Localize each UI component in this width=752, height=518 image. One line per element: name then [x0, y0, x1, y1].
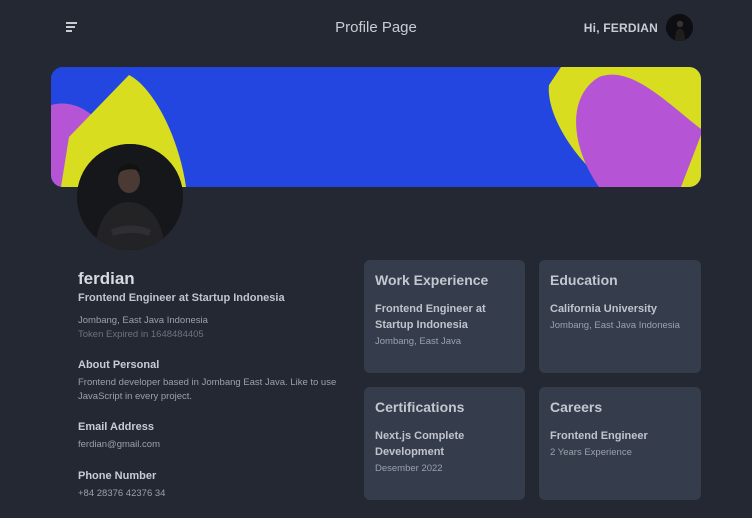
user-greeting: Hi, FERDIAN [583, 21, 658, 35]
card-title: Careers [550, 399, 603, 415]
email-value: ferdian@gmail.com [78, 439, 160, 450]
profile-location: Jombang, East Java Indonesia [78, 315, 208, 326]
work-experience-card[interactable]: Work Experience Frontend Engineer at Sta… [364, 260, 525, 373]
certifications-card[interactable]: Certifications Next.js Complete Developm… [364, 387, 525, 500]
card-meta: Desember 2022 [375, 463, 443, 474]
card-title: Certifications [375, 399, 465, 415]
card-title: Education [550, 272, 618, 288]
card-subtitle: California University [550, 303, 657, 315]
card-meta: 2 Years Experience [550, 447, 632, 458]
card-subtitle: Next.js Complete Development [375, 430, 465, 458]
card-subtitle: Frontend Engineer at Startup Indonesia [375, 303, 486, 331]
careers-card[interactable]: Careers Frontend Engineer 2 Years Experi… [539, 387, 701, 500]
profile-name: ferdian [78, 269, 135, 288]
phone-value: +84 28376 42376 34 [78, 488, 166, 499]
token-expiry: Token Expired in 1648484405 [78, 329, 204, 340]
education-card[interactable]: Education California University Jombang,… [539, 260, 701, 373]
profile-avatar [77, 144, 183, 250]
card-subtitle: Frontend Engineer [550, 430, 648, 442]
email-title: Email Address [78, 421, 155, 433]
profile-role: Frontend Engineer at Startup Indonesia [78, 292, 285, 304]
top-bar: Profile Page Hi, FERDIAN [0, 0, 752, 56]
card-meta: Jombang, East Java [375, 336, 462, 347]
card-title: Work Experience [375, 272, 489, 288]
phone-title: Phone Number [78, 470, 157, 482]
card-meta: Jombang, East Java Indonesia [550, 320, 680, 331]
about-title: About Personal [78, 359, 160, 371]
user-avatar[interactable] [666, 14, 693, 41]
about-text: Frontend developer based in Jombang East… [78, 377, 337, 402]
